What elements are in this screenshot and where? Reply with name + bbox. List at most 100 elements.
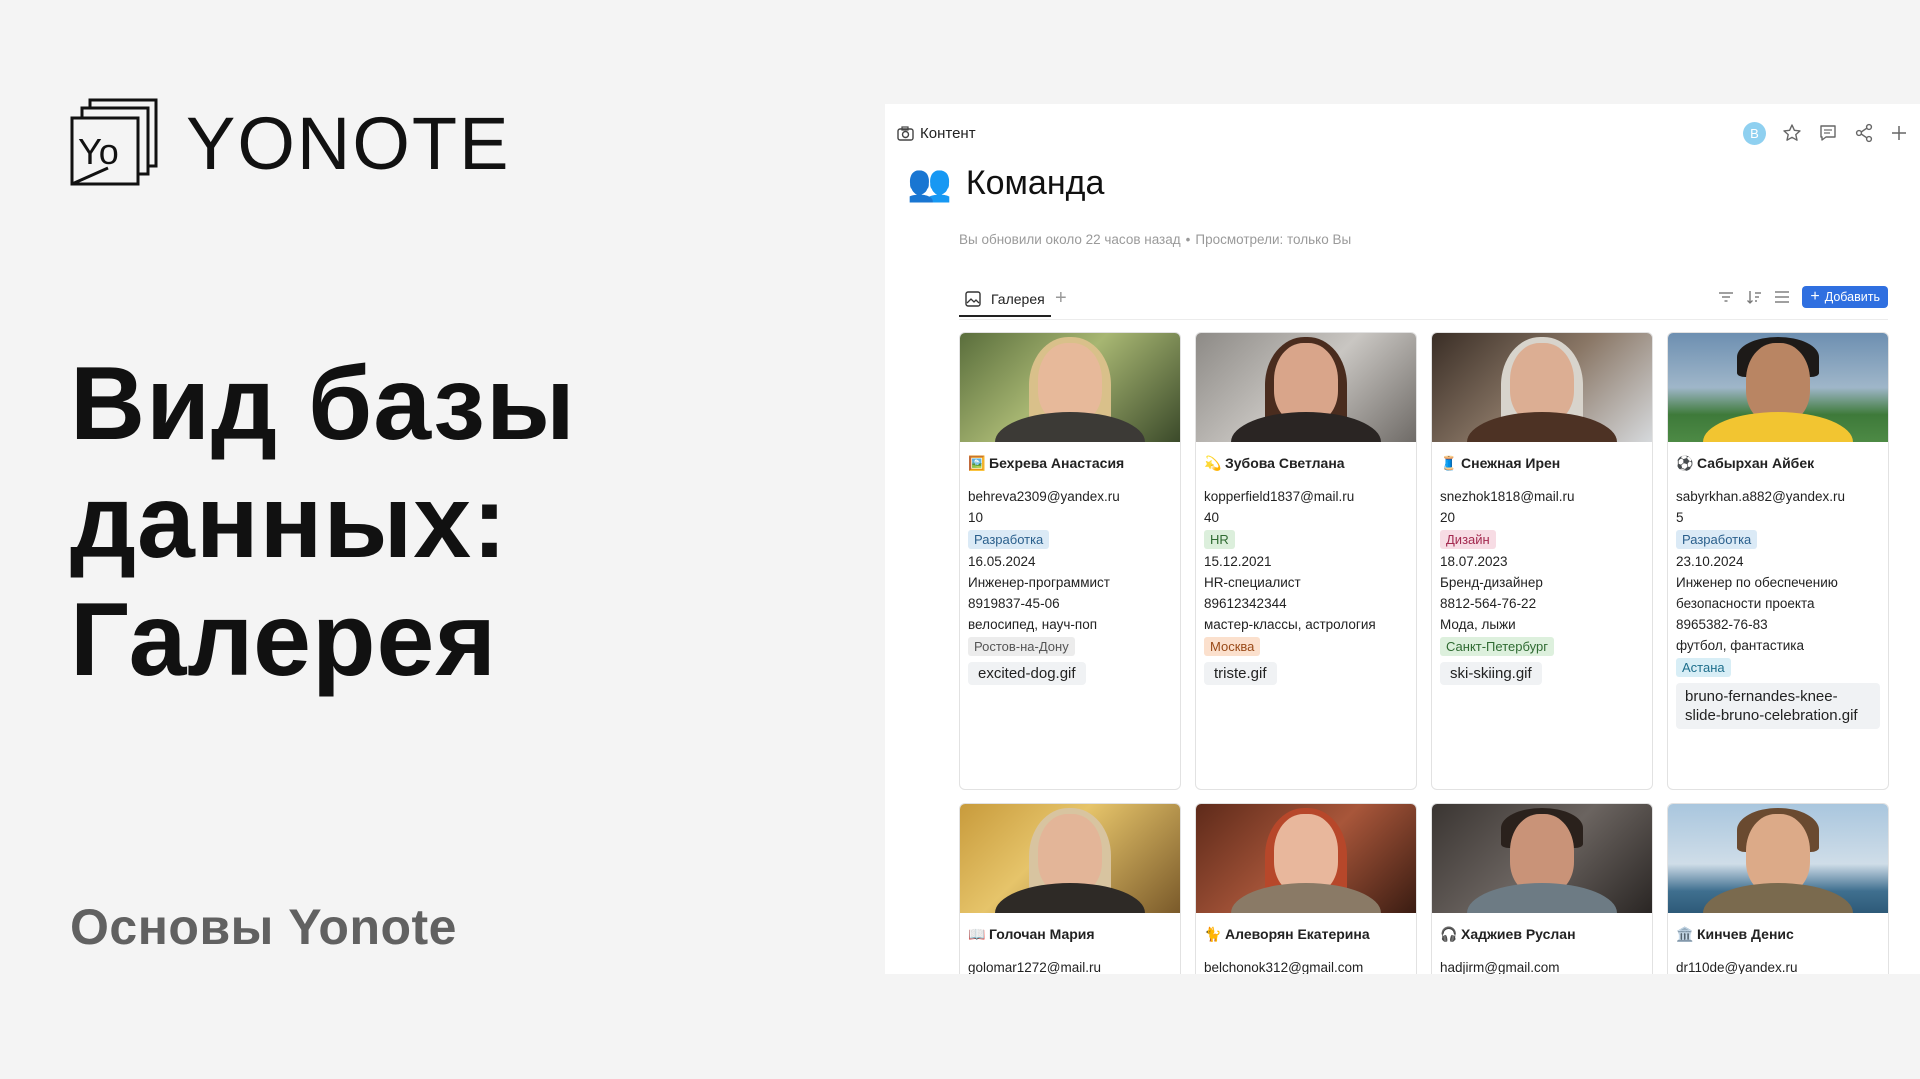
card-cover-image: [960, 804, 1180, 913]
card-title: 📖 Голочан Мария: [968, 925, 1095, 943]
page-header: 👥 Команда: [907, 162, 1104, 204]
card-phone: 8965382-76-83: [1676, 617, 1768, 632]
headphones-icon: 🎧: [1440, 925, 1458, 942]
share-icon[interactable]: [1854, 123, 1874, 143]
soccer-ball-icon: ⚽: [1676, 454, 1694, 471]
gallery-card[interactable]: 📖 Голочан Мария golomar1272@mail.ru: [959, 803, 1181, 974]
avatar[interactable]: B: [1743, 121, 1766, 145]
card-title: 🖼️ Бехрева Анастасия: [968, 454, 1125, 472]
card-email: hadjirm@gmail.com: [1440, 960, 1560, 974]
plus-icon[interactable]: [1890, 124, 1908, 142]
card-email: belchonok312@gmail.com: [1204, 960, 1364, 974]
yonote-logo: Yo YONOTE: [68, 98, 510, 190]
card-title: ⚽ Сабырхан Айбек: [1676, 454, 1815, 472]
add-view-icon[interactable]: +: [1055, 288, 1067, 308]
card-email: kopperfield1837@mail.ru: [1204, 489, 1355, 504]
card-position: Инженер-программист: [968, 575, 1110, 590]
classical-building-icon: 🏛️: [1676, 925, 1694, 942]
card-cover-image: [1196, 804, 1416, 913]
card-email: golomar1272@mail.ru: [968, 960, 1102, 974]
card-title: 🏛️ Кинчев Денис: [1676, 925, 1794, 943]
gallery-card[interactable]: 💫 Зубова Светлана kopperfield1837@mail.ru…: [1195, 332, 1417, 790]
thread-icon: 🧵: [1440, 454, 1458, 471]
gallery-card[interactable]: 🏛️ Кинчев Денис dr110de@yandex.ru: [1667, 803, 1889, 974]
comment-icon[interactable]: [1818, 123, 1838, 143]
headline-line-1: Вид базы: [70, 346, 576, 462]
file-attachment[interactable]: triste.gif: [1204, 662, 1277, 685]
breadcrumb[interactable]: Контент: [897, 125, 976, 142]
slide-headline: Вид базы данных: Галерея: [70, 345, 576, 699]
card-hobbies: велосипед, науч-поп: [968, 617, 1098, 632]
tab-gallery-label: Галерея: [991, 291, 1045, 307]
card-number: 10: [968, 510, 984, 525]
book-icon: 📖: [968, 925, 986, 942]
file-attachment[interactable]: ski-skiing.gif: [1440, 662, 1542, 685]
card-position: Инженер по обеспечению безопасности прое…: [1676, 575, 1838, 611]
city-badge: Санкт-Петербург: [1440, 637, 1554, 656]
card-date: 18.07.2023: [1440, 554, 1508, 569]
headline-line-2: данных:: [70, 464, 508, 580]
card-phone: 8919837-45-06: [968, 596, 1060, 611]
card-date: 16.05.2024: [968, 554, 1036, 569]
meta-viewed[interactable]: Просмотрели: только Вы: [1195, 232, 1351, 247]
card-email: dr110de@yandex.ru: [1676, 960, 1798, 974]
gallery-card[interactable]: 🖼️ Бехрева Анастасия behreva2309@yandex.r…: [959, 332, 1181, 790]
card-cover-image: [1668, 333, 1888, 442]
gallery-card[interactable]: 🎧 Хаджиев Руслан hadjirm@gmail.com: [1431, 803, 1653, 974]
yonote-logo-icon: Yo: [70, 98, 158, 186]
headline-line-3: Галерея: [70, 582, 498, 698]
properties-icon[interactable]: [1774, 290, 1790, 304]
department-badge: Разработка: [968, 530, 1050, 549]
card-cover-image: [1668, 804, 1888, 913]
app-window: Контент B 👥 Команда Вы обновили около 22…: [885, 104, 1920, 974]
card-cover-image: [1196, 333, 1416, 442]
department-badge: HR: [1204, 530, 1235, 549]
gallery-card[interactable]: 🧵 Снежная Ирен snezhok1818@mail.ru 20 Диз…: [1431, 332, 1653, 790]
card-hobbies: мастер-классы, астрология: [1204, 617, 1376, 632]
card-hobbies: футбол, фантастика: [1676, 638, 1805, 653]
add-record-button[interactable]: + Добавить: [1802, 286, 1888, 308]
sort-icon[interactable]: [1746, 290, 1762, 304]
logo-wordmark: YONOTE: [186, 102, 511, 185]
department-badge: Дизайн: [1440, 530, 1496, 549]
view-tools: + Добавить: [1718, 286, 1888, 308]
file-attachment[interactable]: bruno-fernandes-knee-slide-bruno-celebra…: [1676, 683, 1880, 729]
svg-text:Yo: Yo: [78, 131, 119, 172]
tab-gallery[interactable]: Галерея: [959, 283, 1051, 317]
card-cover-image: [1432, 804, 1652, 913]
gallery-card[interactable]: 🐈 Алеворян Екатерина belchonok312@gmail.c…: [1195, 803, 1417, 974]
gallery-card[interactable]: ⚽ Сабырхан Айбек sabyrkhan.a882@yandex.ru…: [1667, 332, 1889, 790]
people-icon[interactable]: 👥: [907, 162, 952, 204]
card-position: Бренд-дизайнер: [1440, 575, 1543, 590]
breadcrumb-label: Контент: [920, 124, 976, 142]
department-badge: Разработка: [1676, 530, 1758, 549]
dizzy-icon: 💫: [1204, 454, 1222, 471]
page-title[interactable]: Команда: [966, 164, 1105, 203]
card-title: 🧵 Снежная Ирен: [1440, 454, 1561, 472]
slide-subtitle: Основы Yonote: [70, 899, 457, 955]
filter-icon[interactable]: [1718, 290, 1734, 304]
card-title: 🎧 Хаджиев Руслан: [1440, 925, 1576, 943]
add-record-label: Добавить: [1824, 290, 1880, 304]
card-number: 40: [1204, 510, 1220, 525]
meta-updated: Вы обновили около 22 часов назад: [959, 232, 1181, 247]
card-title: 💫 Зубова Светлана: [1204, 454, 1345, 472]
top-bar: Контент B: [897, 118, 1908, 148]
file-attachment[interactable]: excited-dog.gif: [968, 662, 1086, 685]
view-bar: Галерея + + Добавить: [959, 279, 1888, 320]
card-date: 23.10.2024: [1676, 554, 1744, 569]
top-actions: B: [1743, 121, 1908, 145]
card-number: 20: [1440, 510, 1456, 525]
star-icon[interactable]: [1782, 123, 1802, 143]
card-phone: 8812-564-76-22: [1440, 596, 1537, 611]
card-cover-image: [960, 333, 1180, 442]
page-meta: Вы обновили около 22 часов назад • Просмот…: [959, 232, 1352, 247]
card-title: 🐈 Алеворян Екатерина: [1204, 925, 1370, 943]
card-cover-image: [1432, 333, 1652, 442]
camera-icon: [897, 125, 914, 141]
card-phone: 89612342344: [1204, 596, 1287, 611]
picture-icon: 🖼️: [968, 454, 986, 471]
card-number: 5: [1676, 510, 1684, 525]
card-position: HR-специалист: [1204, 575, 1301, 590]
card-hobbies: Мода, лыжи: [1440, 617, 1516, 632]
